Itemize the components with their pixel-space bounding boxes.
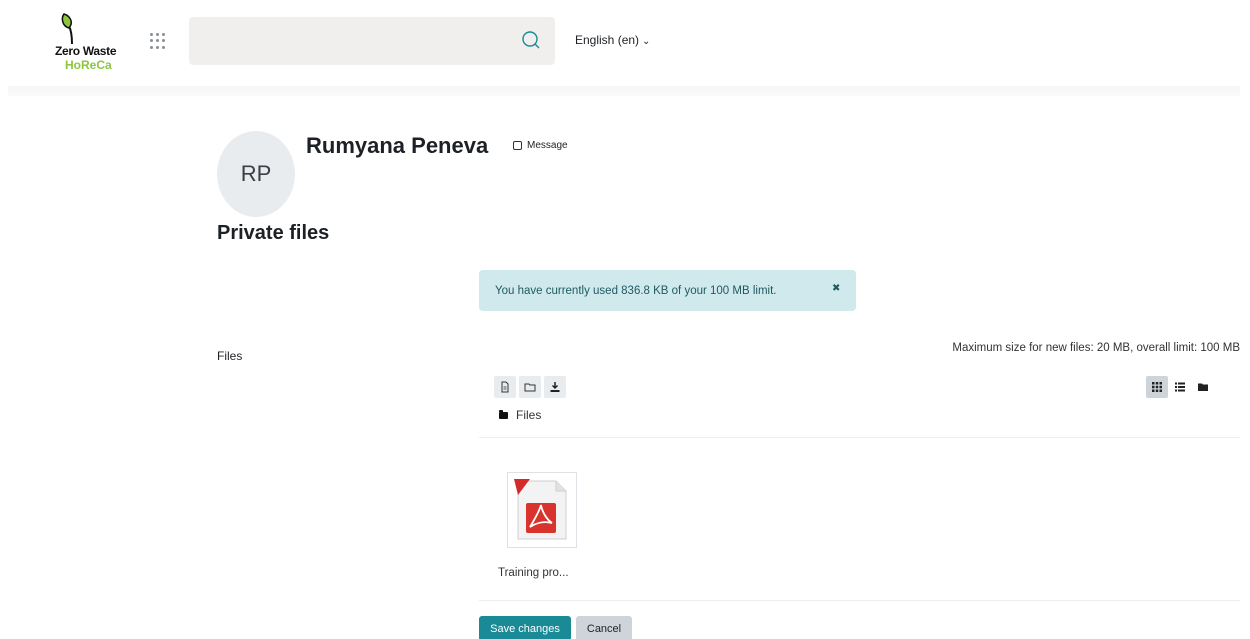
top-navbar: Zero Waste HoReCa English (en) ⌄: [0, 0, 1250, 86]
user-fullname: Rumyana Peneva: [306, 133, 489, 158]
file-name[interactable]: Training pro...: [498, 567, 569, 579]
grid-view-icon: [1152, 382, 1162, 392]
page-title: Private files: [217, 222, 330, 244]
files-field-label: Files: [217, 349, 243, 363]
apps-grid-icon[interactable]: [148, 31, 168, 51]
logo-text-line2: HoReCa: [65, 58, 112, 72]
breadcrumb-files: Files: [516, 408, 542, 422]
close-icon[interactable]: ✖: [832, 283, 840, 294]
pdf-icon: [514, 479, 567, 540]
leaf-logo-icon: [61, 13, 73, 45]
view-list-button[interactable]: [1169, 376, 1191, 398]
language-label: English (en): [575, 33, 640, 47]
breadcrumb[interactable]: Files: [499, 408, 541, 422]
avatar-initials: RP: [240, 161, 272, 186]
filemanager-content: Training pro...: [479, 439, 1240, 601]
save-changes-button[interactable]: Save changes: [479, 616, 571, 639]
usage-alert-text: You have currently used 836.8 KB of your…: [495, 284, 777, 297]
file-item[interactable]: [507, 472, 577, 548]
site-logo[interactable]: Zero Waste HoReCa: [52, 10, 128, 76]
create-folder-button[interactable]: [519, 376, 541, 398]
search-icon[interactable]: [521, 30, 541, 50]
message-label: Message: [527, 140, 568, 151]
message-button[interactable]: Message: [513, 140, 568, 151]
file-limit-text: Maximum size for new files: 20 MB, overa…: [952, 342, 1240, 354]
download-all-button[interactable]: [544, 376, 566, 398]
view-tree-button[interactable]: [1192, 376, 1214, 398]
filemanager-toolbar: Files: [479, 362, 1240, 438]
search-input[interactable]: [189, 17, 555, 65]
add-file-button[interactable]: [494, 376, 516, 398]
view-icons-button[interactable]: [1146, 376, 1168, 398]
list-view-icon: [1175, 382, 1185, 392]
cancel-button[interactable]: Cancel: [576, 616, 632, 639]
language-menu[interactable]: English (en) ⌄: [575, 33, 650, 47]
logo-text-line1: Zero Waste: [55, 44, 117, 58]
download-icon: [550, 382, 560, 392]
folder-icon: [499, 409, 508, 419]
header-divider: [8, 86, 1240, 96]
avatar: RP: [217, 131, 295, 217]
file-icon: [501, 381, 509, 393]
folder-tree-icon: [1198, 383, 1208, 391]
usage-alert: You have currently used 836.8 KB of your…: [479, 270, 856, 311]
folder-icon: [524, 383, 536, 392]
message-icon: [513, 141, 522, 150]
chevron-down-icon: ⌄: [642, 36, 651, 47]
